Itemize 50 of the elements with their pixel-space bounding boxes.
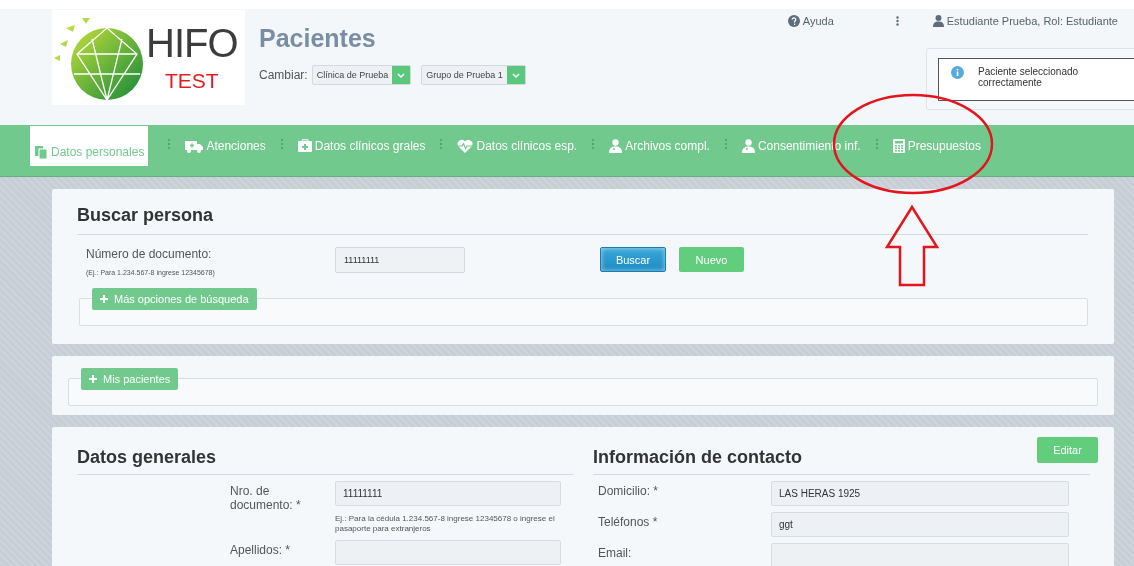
chevron-down-icon bbox=[397, 72, 406, 78]
page-title: Pacientes bbox=[259, 24, 377, 53]
chevron-down-icon bbox=[511, 72, 520, 78]
question-icon bbox=[787, 15, 800, 27]
field-label: Número de documento: bbox=[86, 247, 212, 261]
field-label: Nro. de documento: * bbox=[230, 483, 302, 512]
nav-tab[interactable]: Atenciones bbox=[182, 126, 269, 165]
search-button[interactable]: Buscar bbox=[600, 247, 666, 272]
calculator-icon bbox=[892, 138, 905, 153]
ambulance-icon bbox=[185, 138, 204, 153]
input-field[interactable]: LAS HERAS 1925 bbox=[771, 481, 1069, 506]
heartbeat-icon bbox=[457, 138, 474, 153]
switch-label: Cambiar: bbox=[259, 68, 308, 82]
new-button[interactable]: Nuevo bbox=[679, 247, 744, 272]
document-field[interactable]: 11111111 bbox=[335, 247, 465, 273]
more-icon[interactable] bbox=[895, 16, 899, 26]
notification-message: Paciente seleccionado correctamente bbox=[978, 66, 1080, 90]
nav-tab[interactable]: Archivos compl. bbox=[606, 126, 713, 165]
nav-tab[interactable]: Datos clínicos esp. bbox=[454, 126, 581, 165]
help-link[interactable]: Ayuda bbox=[787, 15, 834, 27]
doctor-icon bbox=[609, 138, 623, 153]
field-label: Apellidos: * bbox=[230, 542, 292, 557]
logo-tagline: TEST bbox=[164, 68, 219, 93]
nav-tab[interactable]: Datos personales bbox=[30, 126, 149, 166]
field-hint: Ej.: Para la cédula 1.234.567-8 ingrese 12345678 o ingrese el pasaporte para extranjeros bbox=[335, 514, 556, 534]
nav-tab[interactable]: Datos clínicos grales bbox=[294, 126, 429, 165]
user-menu[interactable]: Estudiante Prueba, Rol: Estudiante bbox=[932, 15, 1118, 27]
my-patients-button[interactable]: Mis pacientes bbox=[81, 368, 179, 390]
logo-wordmark: HIFO bbox=[146, 22, 238, 63]
section-title: Datos generales bbox=[77, 447, 573, 475]
input-field[interactable] bbox=[771, 543, 1069, 566]
select-field[interactable]: Clínica de Prueba bbox=[311, 65, 412, 85]
medkit-icon bbox=[297, 139, 312, 152]
section-title: Buscar persona bbox=[77, 205, 1088, 235]
input-field[interactable]: ggt bbox=[771, 512, 1069, 537]
input-field[interactable]: 11111111 bbox=[335, 481, 561, 506]
field-label: Email: bbox=[598, 545, 633, 560]
documents-icon bbox=[34, 145, 48, 159]
plus-icon bbox=[100, 295, 108, 303]
nav-tab[interactable]: Presupuestos bbox=[889, 126, 985, 165]
info-icon bbox=[951, 66, 964, 79]
edit-button[interactable]: Editar bbox=[1037, 437, 1098, 463]
plus-icon bbox=[89, 375, 97, 383]
field-label: Teléfonos * bbox=[598, 514, 659, 529]
field-label: Domicilio: * bbox=[598, 483, 659, 498]
input-field[interactable] bbox=[335, 540, 561, 565]
doctor-icon bbox=[741, 138, 755, 153]
more-options-button[interactable]: Más opciones de búsqueda bbox=[92, 288, 257, 310]
select-field[interactable]: Grupo de Prueba 1 bbox=[421, 65, 526, 85]
user-icon bbox=[932, 15, 944, 27]
